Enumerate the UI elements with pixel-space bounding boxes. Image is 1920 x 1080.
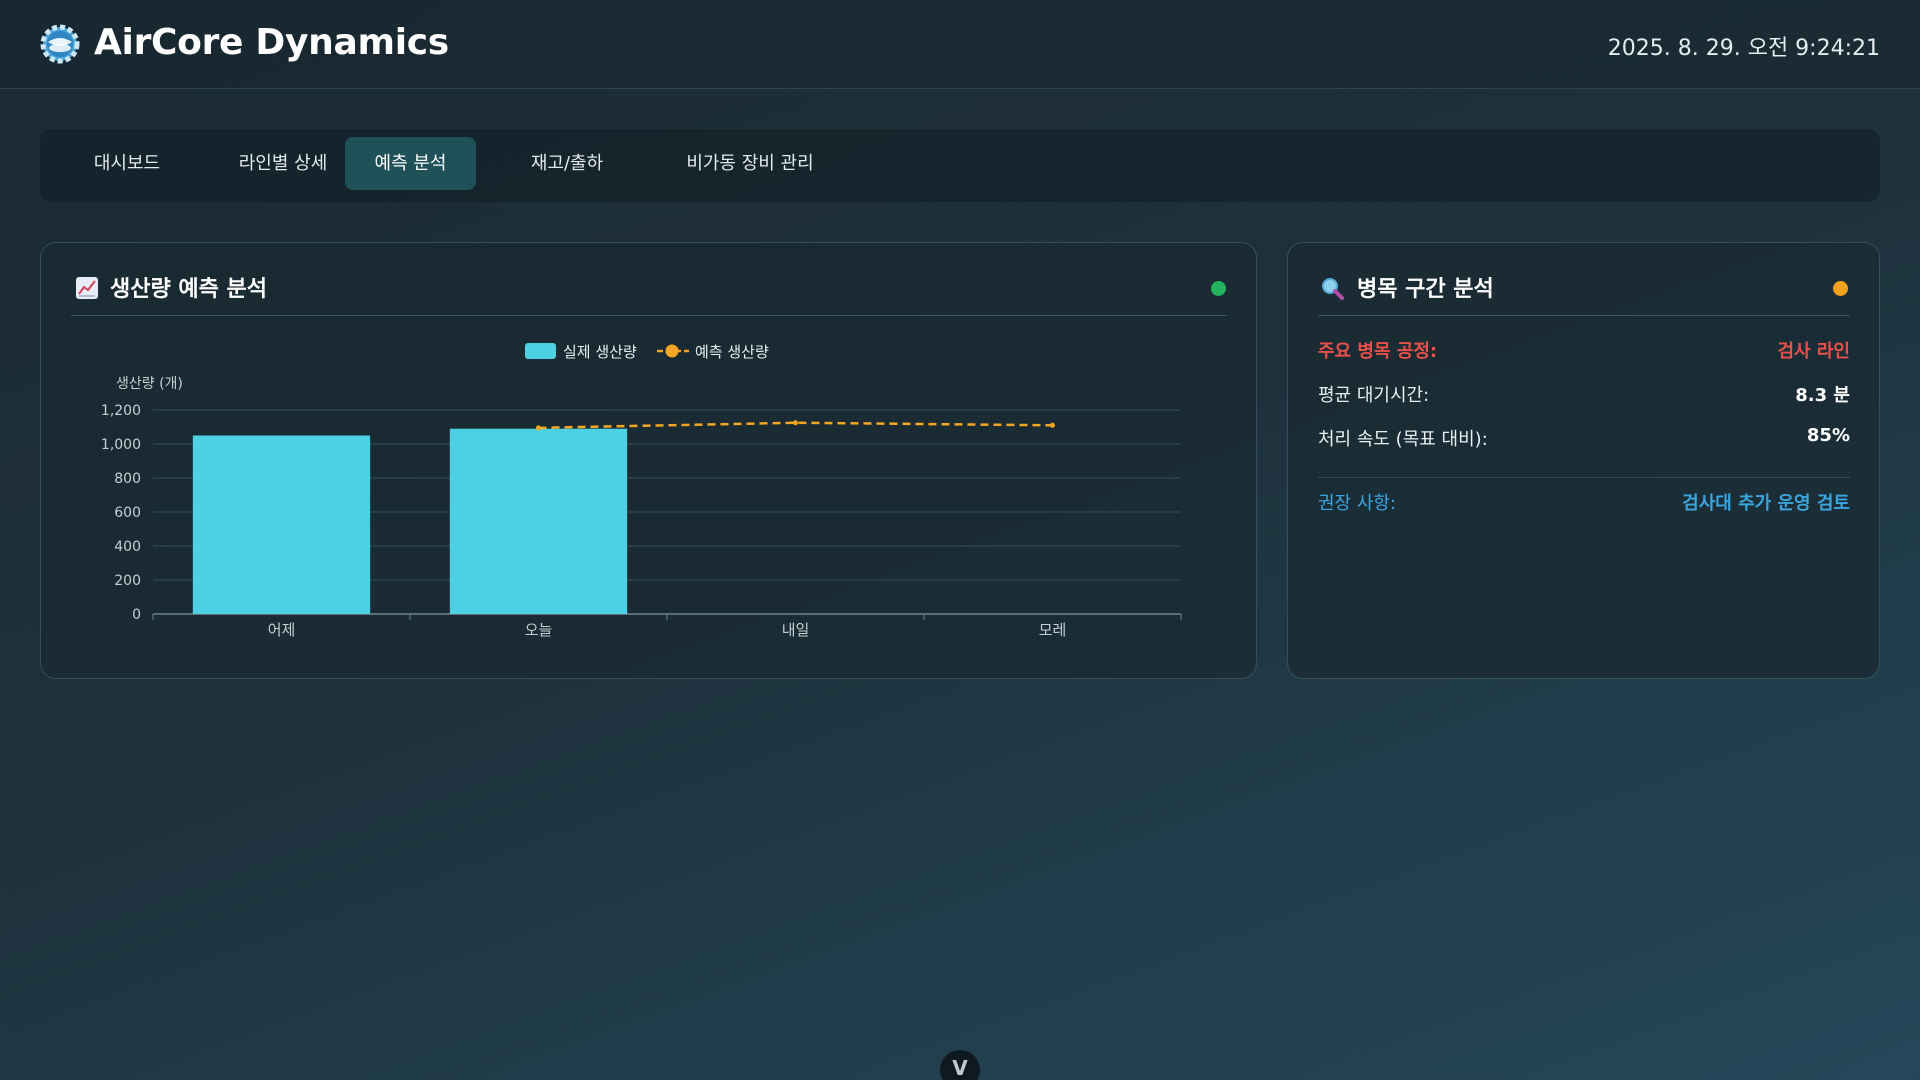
x-tick-label: 모레 [1039, 621, 1067, 639]
bottleneck-title: 병목 구간 분석 [1357, 277, 1494, 302]
row-value: 검사 라인 [1777, 341, 1850, 362]
forecast-point[interactable] [793, 420, 798, 426]
row-value: 85% [1806, 425, 1850, 446]
tab-dashboard[interactable]: 대시보드 [62, 137, 192, 190]
status-indicator [1833, 281, 1848, 296]
y-tick-label: 600 [114, 505, 141, 521]
row-value: 8.3 분 [1795, 385, 1850, 406]
tab-forecast-analysis[interactable]: 예측 분석 [345, 137, 476, 190]
bottleneck-card: 병목 구간 분석 주요 병목 공정: 검사 라인 평균 대기시간: 8.3 분 … [1287, 242, 1880, 679]
divider [1318, 477, 1850, 478]
row-label: 평균 대기시간: [1318, 385, 1430, 406]
divider [1318, 315, 1850, 316]
y-tick-label: 1,000 [101, 437, 141, 453]
bar-actual[interactable] [192, 435, 371, 615]
y-tick-label: 1,200 [101, 403, 141, 419]
x-tick-label: 오늘 [525, 621, 553, 639]
current-datetime: 2025. 8. 29. 오전 9:24:21 [1607, 36, 1880, 61]
x-tick-label: 어제 [268, 621, 296, 639]
app-header: AirCore Dynamics 2025. 8. 29. 오전 9:24:21 [0, 0, 1920, 89]
forecast-point[interactable] [536, 425, 541, 431]
bar-actual[interactable] [449, 428, 628, 614]
tab-inventory-shipping[interactable]: 재고/출하 [502, 137, 632, 190]
tab-line-detail[interactable]: 라인별 상세 [208, 137, 358, 190]
production-forecast-chart: 생산량 (개) 0 200 400 600 800 1,000 1,200 어제 오늘 내일 모레 [101, 376, 1182, 639]
row-label: 주요 병목 공정: [1318, 341, 1438, 362]
y-tick-label: 800 [114, 471, 141, 487]
forecast-card: 생산량 예측 분석 실제 생산량 예측 생산량 생산량 (개) 0 200 400 60… [40, 242, 1257, 679]
y-axis-title: 생산량 (개) [116, 376, 183, 392]
y-tick-label: 0 [132, 607, 141, 623]
forecast-point[interactable] [1050, 422, 1055, 428]
y-tick-label: 200 [114, 573, 141, 589]
app-title: AirCore Dynamics [94, 22, 449, 63]
tab-downtime-equipment[interactable]: 비가동 장비 관리 [650, 137, 850, 190]
row-label: 처리 속도 (목표 대비): [1318, 429, 1488, 450]
x-tick-label: 내일 [782, 621, 810, 639]
main-nav: 대시보드 라인별 상세 예측 분석 재고/출하 비가동 장비 관리 [40, 129, 1880, 202]
y-tick-label: 400 [114, 539, 141, 555]
recommendation-label: 권장 사항: [1318, 493, 1397, 514]
gear-globe-icon [40, 24, 80, 64]
recommendation-value: 검사대 추가 운영 검토 [1682, 493, 1850, 514]
magnifier-icon [1322, 278, 1344, 300]
scroll-down-button[interactable]: V [940, 1050, 980, 1080]
